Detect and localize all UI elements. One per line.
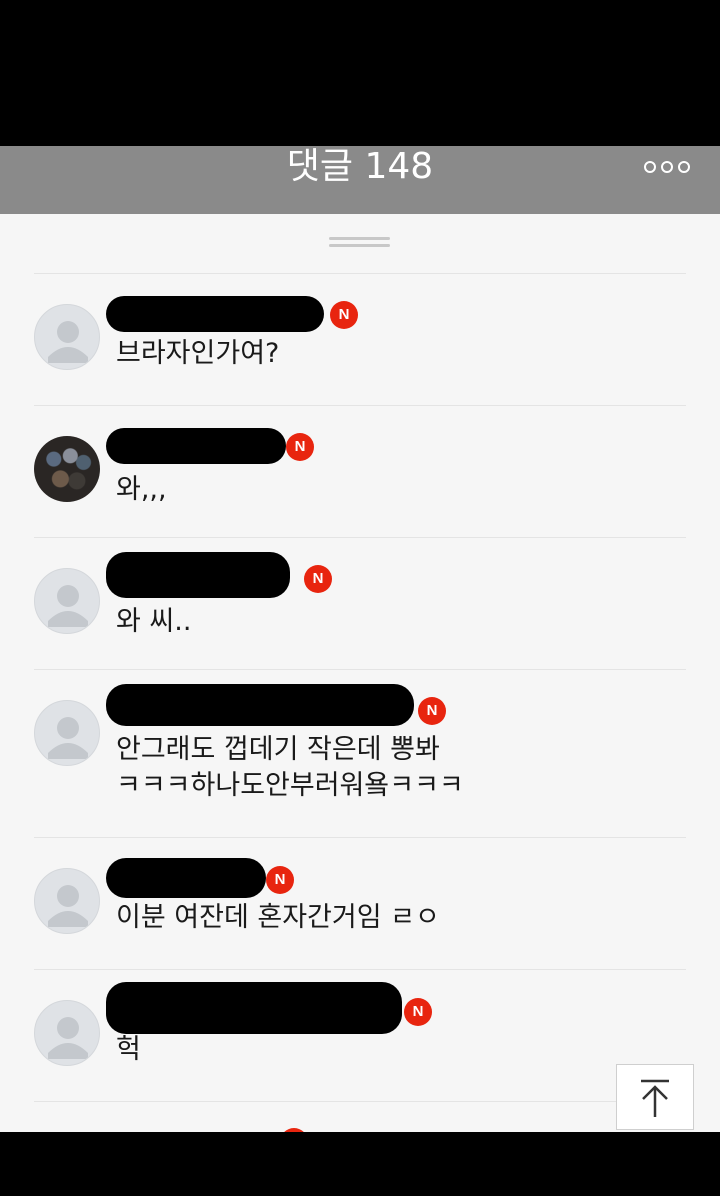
arrow-up-to-top-icon [641,1079,669,1117]
comment-text: 헉 [116,1034,141,1065]
new-badge: N [330,301,358,329]
comment-text: 이분 여잔데 혼자간거임 ㄹㅇ [116,902,440,933]
redacted-username [106,982,402,1034]
new-badge: N [266,866,294,894]
divider [34,273,686,274]
divider [34,537,686,538]
redacted-username [106,296,324,332]
new-badge: N [304,565,332,593]
new-badge: N [418,697,446,725]
user-placeholder-icon [48,321,88,363]
avatar[interactable] [34,700,100,766]
divider [34,969,686,970]
new-badge: N [286,433,314,461]
scroll-to-top-button[interactable] [616,1064,694,1130]
page-title: 댓글 148 [286,146,434,187]
comment-text: 안그래도 껍데기 작은데 뽕봐 ㅋㅋㅋ하나도안부러워욬ㅋㅋㅋ [116,734,464,801]
divider [34,1101,686,1102]
comments-header: 댓글 148 [0,146,720,214]
status-bar-area [0,0,720,146]
avatar[interactable] [34,436,100,502]
navigation-bar-area [0,1132,720,1196]
comment-text: 와 씨.. [116,606,192,637]
avatar[interactable] [34,868,100,934]
comment-panel[interactable]: N 브라자인가여? N 와,,, N 와 씨.. N 안그래도 껍데기 작은데 … [0,214,720,1132]
comment-text: 와,,, [116,474,167,505]
more-options-icon[interactable] [644,160,690,174]
divider [34,669,686,670]
avatar[interactable] [34,304,100,370]
user-placeholder-icon [48,585,88,627]
divider [34,837,686,838]
user-placeholder-icon [48,1017,88,1059]
redacted-username [106,428,286,464]
new-badge: N [404,998,432,1026]
avatar[interactable] [34,568,100,634]
redacted-username [106,552,290,598]
user-placeholder-icon [48,717,88,759]
redacted-username [106,684,414,726]
drag-handle[interactable] [329,237,390,247]
divider [34,405,686,406]
avatar[interactable] [34,1000,100,1066]
user-placeholder-icon [48,885,88,927]
redacted-username [106,858,266,898]
comment-text: 브라자인가여? [116,338,280,369]
